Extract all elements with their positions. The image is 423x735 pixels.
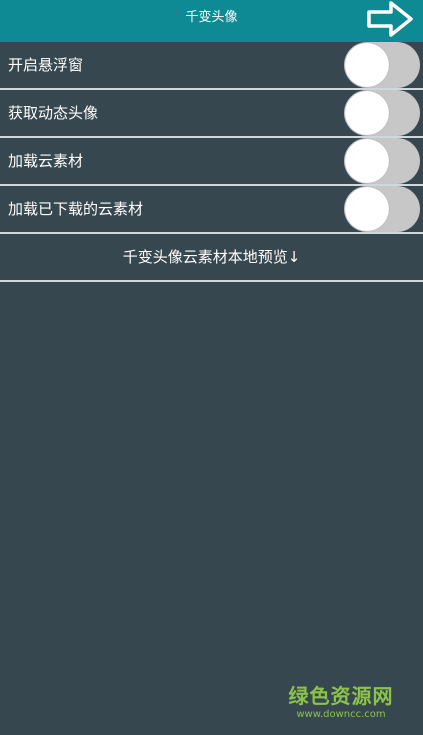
app-header: 千变头像 xyxy=(0,0,423,42)
setting-row-cloud-assets: 加载云素材 xyxy=(0,138,423,186)
setting-row-dynamic-avatar: 获取动态头像 xyxy=(0,90,423,138)
arrow-right-icon xyxy=(367,1,413,37)
floating-window-toggle[interactable] xyxy=(344,42,420,88)
toggle-knob xyxy=(345,139,389,183)
next-button[interactable] xyxy=(365,0,415,38)
local-preview-button[interactable]: 千变头像云素材本地预览↓ xyxy=(0,234,423,282)
watermark-title: 绿色资源网 xyxy=(288,684,394,708)
downloaded-cloud-assets-toggle[interactable] xyxy=(344,186,420,232)
cloud-assets-toggle[interactable] xyxy=(344,138,420,184)
toggle-knob xyxy=(345,43,389,87)
setting-label: 加载已下载的云素材 xyxy=(8,200,144,218)
dynamic-avatar-toggle[interactable] xyxy=(344,90,420,136)
toggle-knob xyxy=(345,187,389,231)
setting-row-floating-window: 开启悬浮窗 xyxy=(0,42,423,90)
setting-label: 获取动态头像 xyxy=(8,104,99,122)
toggle-knob xyxy=(345,91,389,135)
setting-label: 开启悬浮窗 xyxy=(8,56,84,74)
local-preview-label: 千变头像云素材本地预览↓ xyxy=(122,248,301,266)
page-title: 千变头像 xyxy=(185,10,238,25)
setting-row-downloaded-cloud-assets: 加载已下载的云素材 xyxy=(0,186,423,234)
site-watermark: 绿色资源网 www.downcc.com xyxy=(281,683,401,721)
setting-label: 加载云素材 xyxy=(8,152,84,170)
watermark-url: www.downcc.com xyxy=(296,709,386,720)
